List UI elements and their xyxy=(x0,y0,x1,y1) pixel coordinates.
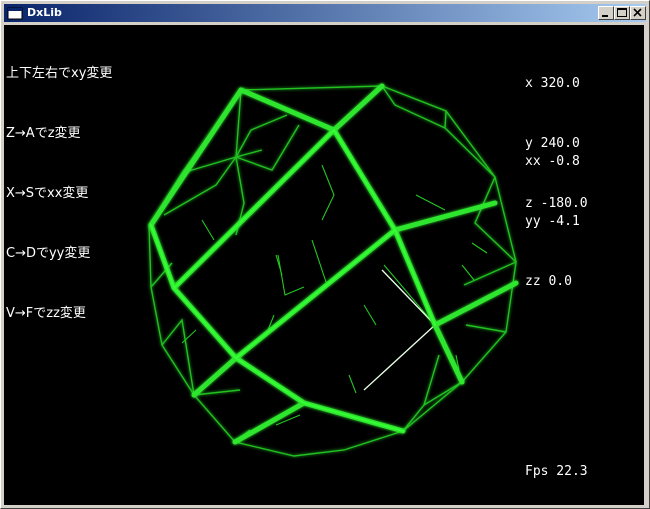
minimize-icon xyxy=(602,15,608,17)
value-yy: yy -4.1 xyxy=(525,214,580,229)
fps-counter: Fps 22.3 xyxy=(525,464,588,479)
help-line-zz: V→Fでzz変更 xyxy=(6,306,86,321)
help-line-xx: X→Sでxx変更 xyxy=(6,186,89,201)
value-x: x 320.0 xyxy=(525,76,580,91)
rotation-readout: xx -0.8 yy -4.1 zz 0.0 xyxy=(525,112,580,332)
render-viewport[interactable]: 上下左右でxy変更 Z→Aでz変更 X→Sでxx変更 C→Dでyy変更 V→Fで… xyxy=(4,25,644,505)
value-zz: zz 0.0 xyxy=(525,274,572,289)
value-xx: xx -0.8 xyxy=(525,154,580,169)
maximize-button[interactable] xyxy=(614,6,630,20)
app-window: DxLib 上下左右でxy変更 Z→Aでz変更 X→Sでxx変更 C→Dでyy変… xyxy=(0,0,650,509)
close-icon xyxy=(633,8,642,17)
minimize-button[interactable] xyxy=(598,6,614,20)
maximize-icon xyxy=(617,8,627,17)
app-window-icon xyxy=(7,7,23,20)
help-line-yy: C→Dでyy変更 xyxy=(6,246,91,261)
help-line-z: Z→Aでz変更 xyxy=(6,126,81,141)
window-title: DxLib xyxy=(27,6,62,19)
title-bar[interactable]: DxLib xyxy=(4,4,646,22)
close-button[interactable] xyxy=(630,6,646,20)
key-help: 上下左右でxy変更 Z→Aでz変更 X→Sでxx変更 C→Dでyy変更 V→Fで… xyxy=(6,25,112,364)
help-line-xy: 上下左右でxy変更 xyxy=(6,66,113,81)
